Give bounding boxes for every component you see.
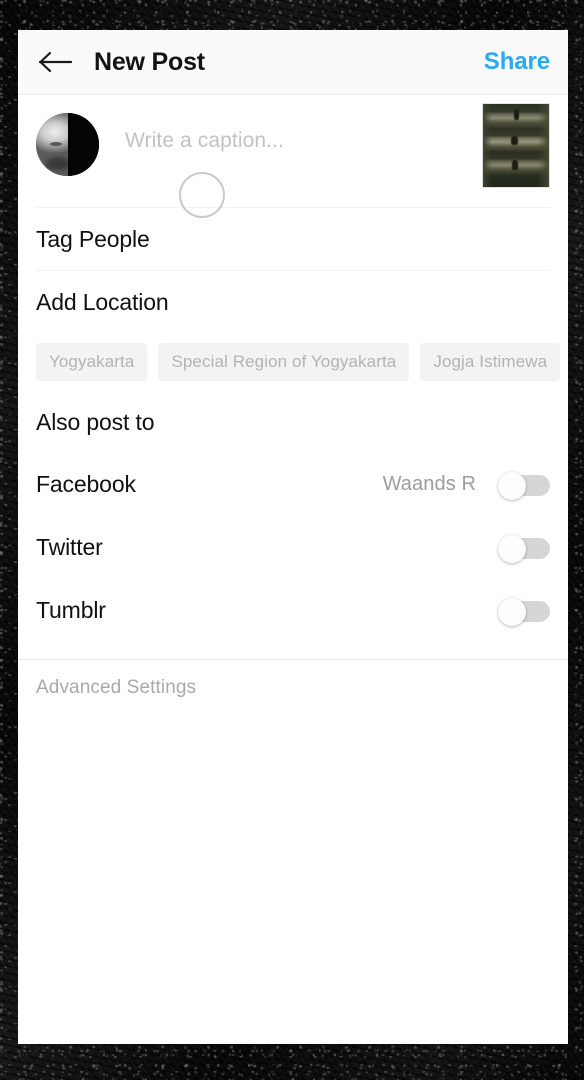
location-chip[interactable]: Yogyakarta — [36, 343, 148, 381]
caption-section — [18, 95, 568, 207]
avatar-detail-chin — [46, 157, 71, 170]
tag-people-row[interactable]: Tag People — [18, 208, 568, 270]
add-location-label: Add Location — [36, 288, 169, 315]
add-location-row[interactable]: Add Location — [18, 271, 568, 333]
facebook-row: Facebook Waands R — [18, 453, 568, 516]
advanced-settings-label: Advanced Settings — [36, 677, 197, 698]
location-chip[interactable]: Jogja Istimewa — [420, 343, 561, 381]
advanced-settings-row[interactable]: Advanced Settings — [18, 660, 568, 716]
facebook-toggle[interactable] — [498, 471, 550, 500]
also-post-to-title: Also post to — [36, 408, 155, 435]
tumblr-toggle[interactable] — [498, 597, 550, 626]
avatar-shadow — [67, 113, 99, 176]
new-post-screen: New Post Share Tag People Add Location Y — [18, 30, 568, 1044]
tumblr-label: Tumblr — [36, 597, 106, 623]
thumbnail-figure — [512, 160, 518, 170]
twitter-row: Twitter — [18, 516, 568, 579]
arrow-left-icon — [38, 50, 72, 74]
location-suggestions: Yogyakarta Special Region of Yogyakarta … — [18, 333, 568, 391]
caption-input[interactable] — [125, 129, 455, 153]
thumbnail-edge-right — [538, 104, 549, 187]
twitter-label: Twitter — [36, 534, 103, 560]
tag-people-label: Tag People — [36, 225, 150, 252]
share-button[interactable]: Share — [484, 30, 550, 94]
also-post-to-header: Also post to — [18, 391, 568, 453]
post-thumbnail[interactable] — [482, 103, 550, 188]
twitter-toggle[interactable] — [498, 534, 550, 563]
toggle-knob — [498, 597, 526, 626]
facebook-label: Facebook — [36, 471, 136, 497]
toggle-knob — [498, 534, 526, 563]
avatar — [36, 113, 99, 176]
facebook-account-name: Waands R — [382, 473, 476, 495]
back-button[interactable] — [31, 44, 79, 80]
app-header: New Post Share — [18, 30, 568, 95]
thumbnail-figure — [514, 108, 520, 120]
thumbnail-edge-left — [483, 104, 492, 187]
location-chip[interactable]: Special Region of Yogyakarta — [158, 343, 410, 381]
thumbnail-figure — [511, 135, 518, 146]
page-title: New Post — [94, 48, 205, 76]
tumblr-row: Tumblr — [18, 579, 568, 642]
toggle-knob — [498, 471, 526, 500]
